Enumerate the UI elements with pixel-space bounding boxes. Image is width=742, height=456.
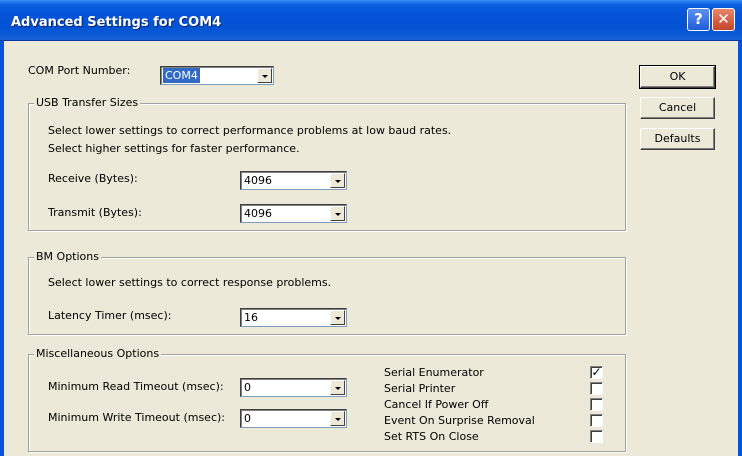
com-port-label: COM Port Number:: [28, 64, 131, 77]
option-label: Event On Surprise Removal: [384, 414, 535, 427]
defaults-button[interactable]: Defaults: [640, 128, 715, 150]
title-bar: Advanced Settings for COM4 ? ✕: [0, 0, 742, 41]
chevron-down-icon[interactable]: [330, 380, 345, 395]
option-label: Cancel If Power Off: [384, 398, 489, 411]
help-button[interactable]: ?: [687, 8, 710, 31]
min-read-label: Minimum Read Timeout (msec):: [48, 380, 224, 393]
com-port-select[interactable]: COM4: [160, 66, 274, 85]
close-button[interactable]: ✕: [712, 8, 735, 31]
misc-options-group: [28, 354, 626, 452]
transmit-select[interactable]: 4096: [240, 204, 347, 223]
bm-options-title: BM Options: [34, 250, 101, 263]
chevron-down-icon[interactable]: [330, 411, 345, 426]
min-read-value: 0: [244, 381, 251, 394]
serial-printer-checkbox[interactable]: [590, 382, 603, 395]
usb-desc-2: Select higher settings for faster perfor…: [48, 142, 300, 155]
chevron-down-icon[interactable]: [330, 310, 345, 325]
latency-value: 16: [244, 311, 258, 324]
transmit-value: 4096: [244, 207, 272, 220]
misc-options-title: Miscellaneous Options: [34, 347, 162, 360]
latency-label: Latency Timer (msec):: [48, 309, 172, 322]
event-on-surprise-removal-checkbox[interactable]: [590, 414, 603, 427]
help-icon: ?: [694, 10, 703, 28]
com-port-value: COM4: [163, 68, 200, 83]
bm-desc: Select lower settings to correct respons…: [48, 276, 332, 289]
chevron-down-icon[interactable]: [330, 173, 345, 188]
window-frame-left: [0, 41, 4, 456]
cancel-button[interactable]: Cancel: [640, 97, 715, 119]
min-write-select[interactable]: 0: [240, 409, 347, 428]
cancel-if-power-off-checkbox[interactable]: [590, 398, 603, 411]
ok-button[interactable]: OK: [639, 65, 716, 89]
min-write-label: Minimum Write Timeout (msec):: [48, 411, 225, 424]
usb-desc-1: Select lower settings to correct perform…: [48, 124, 452, 137]
usb-transfer-title: USB Transfer Sizes: [34, 96, 141, 109]
transmit-label: Transmit (Bytes):: [48, 206, 142, 219]
receive-value: 4096: [244, 174, 272, 187]
option-label: Serial Printer: [384, 382, 456, 395]
chevron-down-icon[interactable]: [257, 68, 272, 83]
receive-select[interactable]: 4096: [240, 171, 347, 190]
receive-label: Receive (Bytes):: [48, 172, 138, 185]
window-title: Advanced Settings for COM4: [11, 15, 222, 30]
latency-select[interactable]: 16: [240, 308, 347, 327]
option-label: Serial Enumerator: [384, 366, 484, 379]
chevron-down-icon[interactable]: [330, 206, 345, 221]
min-read-select[interactable]: 0: [240, 378, 347, 397]
set-rts-on-close-checkbox[interactable]: [590, 430, 603, 443]
min-write-value: 0: [244, 412, 251, 425]
option-label: Set RTS On Close: [384, 430, 479, 443]
close-icon: ✕: [717, 10, 730, 28]
serial-enumerator-checkbox[interactable]: ✓: [590, 366, 603, 379]
window-frame-right: [738, 41, 742, 456]
